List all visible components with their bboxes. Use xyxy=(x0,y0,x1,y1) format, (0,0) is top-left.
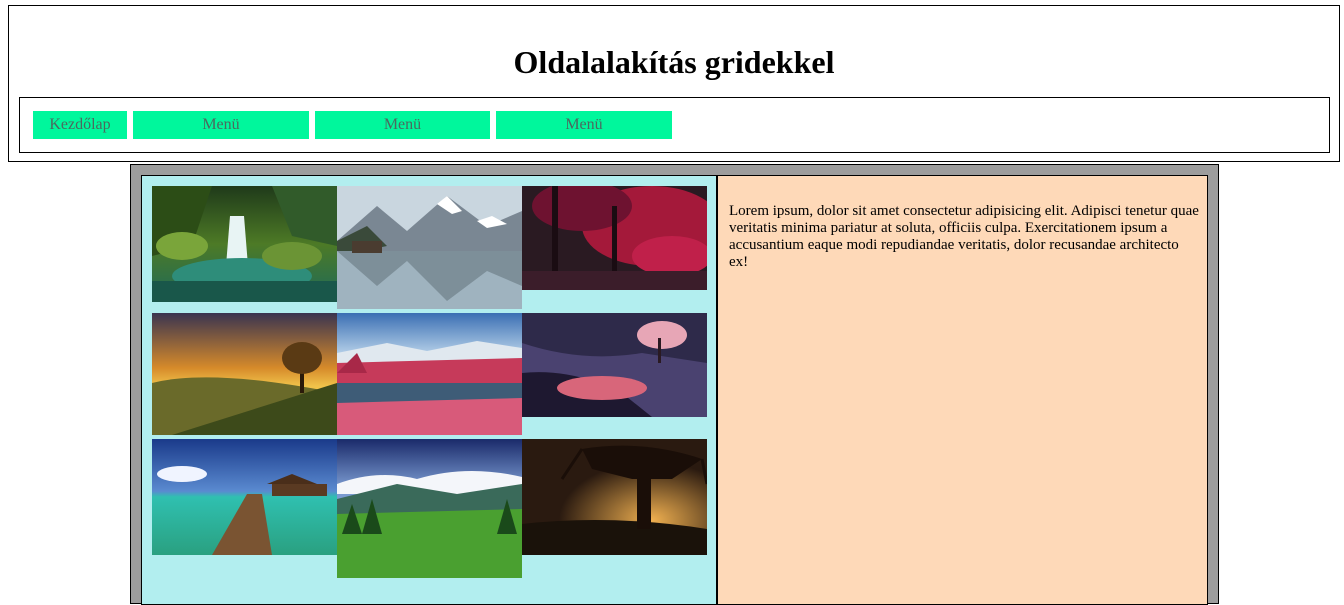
page-title: Oldalalakítás gridekkel xyxy=(513,44,835,80)
text-panel: Lorem ipsum, dolor sit amet consectetur … xyxy=(718,175,1208,605)
pier-sea-image xyxy=(152,439,337,555)
body-text: Lorem ipsum, dolor sit amet consectetur … xyxy=(729,203,1199,270)
nav-item-menu-2[interactable]: Menü xyxy=(315,111,490,139)
nav-item-home[interactable]: Kezdőlap xyxy=(33,111,127,139)
old-tree-sunset-image xyxy=(522,439,707,555)
nav-item-menu-3[interactable]: Menü xyxy=(496,111,672,139)
pink-lake-image xyxy=(337,313,522,435)
red-forest-image xyxy=(522,186,707,290)
page-header: Oldalalakítás gridekkel Kezdőlap Menü Me… xyxy=(8,5,1340,162)
nav-bar: Kezdőlap Menü Menü Menü xyxy=(19,97,1330,153)
main-container: Lorem ipsum, dolor sit amet consectetur … xyxy=(130,164,1219,605)
mountain-lake-image xyxy=(337,186,522,309)
green-valley-image xyxy=(337,439,522,578)
image-gallery xyxy=(141,175,718,605)
nav-item-menu-1[interactable]: Menü xyxy=(133,111,309,139)
waterfall-image xyxy=(152,186,337,302)
pink-tree-cliff-image xyxy=(522,313,707,417)
sunset-tree-image xyxy=(152,313,337,435)
